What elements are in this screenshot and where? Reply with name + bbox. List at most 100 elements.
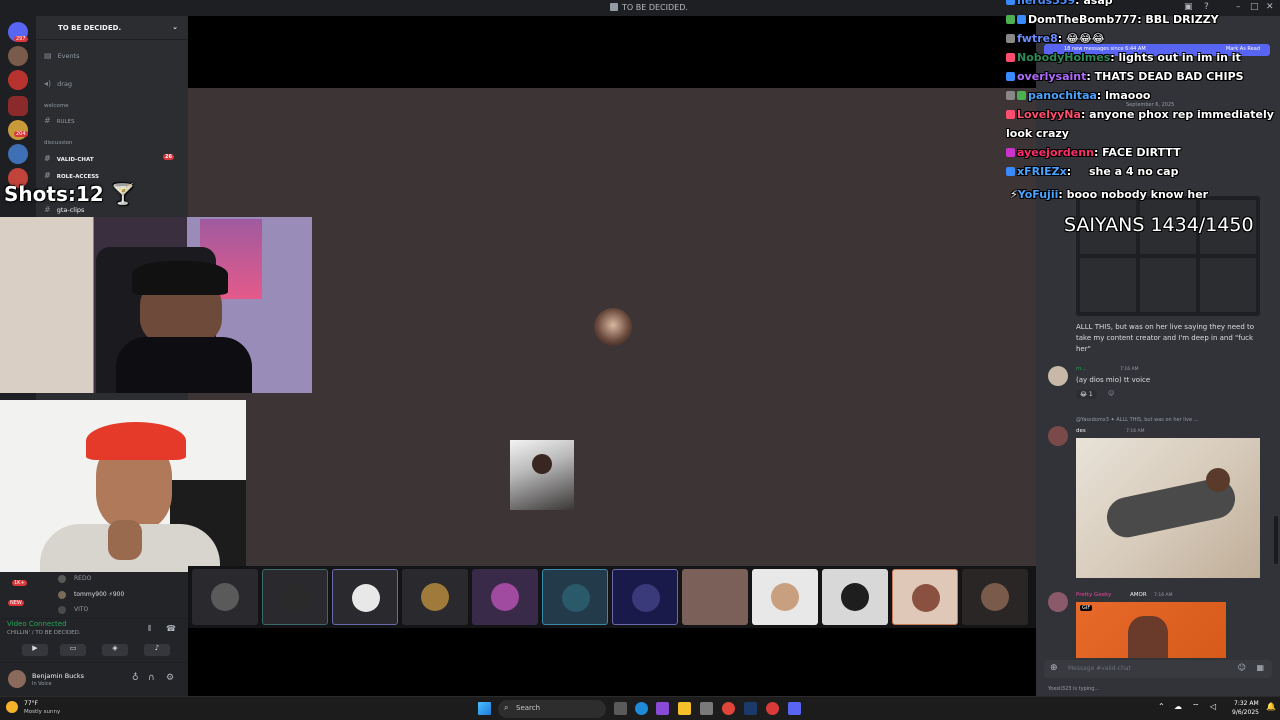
weather-icon[interactable] bbox=[6, 701, 18, 713]
chat-badge-icon bbox=[1006, 34, 1015, 43]
message-author[interactable]: m... bbox=[1076, 366, 1087, 372]
participant-tile[interactable] bbox=[332, 569, 398, 625]
reaction[interactable]: 😂 1 bbox=[1076, 390, 1097, 399]
channel-valid-chat[interactable]: # VALID-CHAT 26 bbox=[44, 154, 184, 163]
microphone-icon[interactable]: ♁ bbox=[132, 673, 139, 683]
message-text: ALLL THIS, but was on her live saying th… bbox=[1076, 323, 1255, 353]
channel-role-access[interactable]: # ROLE-ACCESS bbox=[44, 171, 184, 180]
server-icon-6[interactable] bbox=[8, 144, 28, 164]
voice-user-tommy[interactable]: tommy900 ⚡900 bbox=[74, 591, 124, 598]
noise-suppression-icon[interactable]: ⦀ bbox=[148, 624, 152, 634]
channel-events[interactable]: ▤ Events bbox=[44, 51, 184, 60]
server-icon-5[interactable] bbox=[8, 120, 28, 140]
channel-rules[interactable]: # RULES bbox=[44, 116, 184, 125]
chat-badge-icon bbox=[1017, 15, 1026, 24]
message-time: 7:16 AM bbox=[1120, 367, 1139, 372]
tray-icon[interactable]: ☁ bbox=[1174, 702, 1182, 711]
reply-preview[interactable]: @Yassdomx3 ✦ ALLL THIS, but was on her l… bbox=[1076, 417, 1276, 423]
participant-tile[interactable] bbox=[402, 569, 468, 625]
username[interactable]: Benjamin Bucks bbox=[32, 672, 84, 680]
message-input[interactable]: ⊕ Message #valid-chat ☺ ▦ bbox=[1044, 660, 1272, 678]
server-icon-2[interactable] bbox=[8, 46, 28, 66]
message-time: 7:16 AM bbox=[1126, 429, 1145, 434]
new-badge: NEW bbox=[8, 600, 24, 606]
avatar[interactable] bbox=[1048, 426, 1068, 446]
weather-temp[interactable]: 77°F bbox=[24, 700, 38, 707]
notification-bell-icon[interactable]: 🔔 bbox=[1266, 702, 1276, 711]
user-panel: Benjamin Bucks In Voice ♁ ∩ ⚙ bbox=[0, 662, 188, 696]
channel-gta-clips[interactable]: # gta-clips bbox=[44, 205, 184, 214]
participant-tile[interactable] bbox=[472, 569, 538, 625]
add-attachment-icon[interactable]: ⊕ bbox=[1050, 663, 1058, 673]
participant-tile[interactable] bbox=[682, 569, 748, 625]
avatar[interactable] bbox=[1048, 592, 1068, 612]
cocktail-icon: 🍸 bbox=[110, 182, 136, 206]
weather-desc[interactable]: Mostly sunny bbox=[24, 709, 60, 715]
category-welcome[interactable]: welcome bbox=[44, 103, 69, 109]
avatar bbox=[58, 591, 66, 599]
participant-tile[interactable] bbox=[962, 569, 1028, 625]
app-icon[interactable] bbox=[722, 702, 735, 715]
speaker-avatar[interactable] bbox=[594, 308, 632, 346]
screenshare-button[interactable]: ▭ bbox=[60, 644, 86, 656]
participant-tile[interactable] bbox=[192, 569, 258, 625]
disconnect-icon[interactable]: ☎ bbox=[166, 624, 176, 633]
server-header[interactable]: TO BE DECIDED. ⌄ bbox=[36, 16, 188, 40]
video-thumbnail[interactable] bbox=[510, 440, 574, 510]
avatar bbox=[58, 575, 66, 583]
obs-icon[interactable] bbox=[766, 702, 779, 715]
voice-user-vito[interactable]: VITO bbox=[74, 606, 88, 613]
activity-button[interactable]: ◈ bbox=[102, 644, 128, 656]
message-author[interactable]: Pretty Geeky bbox=[1076, 592, 1111, 598]
avatar[interactable] bbox=[1048, 366, 1068, 386]
windows-start-icon[interactable] bbox=[478, 702, 491, 715]
taskbar-search[interactable]: ⌕ Search bbox=[498, 700, 606, 718]
message-author[interactable]: des bbox=[1076, 428, 1086, 434]
discord-icon[interactable] bbox=[788, 702, 801, 715]
camera-button[interactable]: ▶ bbox=[22, 644, 48, 656]
user-status: In Voice bbox=[32, 681, 52, 687]
gift-icon[interactable]: ▦ bbox=[1256, 663, 1264, 672]
server-icon-3[interactable] bbox=[8, 70, 28, 90]
emoji-icon[interactable]: ☺ bbox=[1238, 663, 1246, 672]
discord-window-icon bbox=[610, 3, 618, 11]
gif-attachment[interactable]: GIF bbox=[1076, 602, 1226, 658]
image-attachment[interactable] bbox=[1076, 438, 1260, 578]
chat-line: nerds559: asap bbox=[1006, 0, 1274, 7]
participant-tile[interactable] bbox=[892, 569, 958, 625]
file-explorer-icon[interactable] bbox=[678, 702, 691, 715]
clock-time[interactable]: 7:32 AM bbox=[1234, 700, 1259, 707]
chat-badge-icon bbox=[1006, 91, 1015, 100]
steam-icon[interactable] bbox=[744, 702, 757, 715]
settings-icon[interactable] bbox=[700, 702, 713, 715]
server-icon-4[interactable] bbox=[8, 96, 28, 116]
participant-tile[interactable] bbox=[612, 569, 678, 625]
voice-status[interactable]: Video Connected bbox=[7, 620, 67, 628]
category-discussion[interactable]: discussion bbox=[44, 140, 73, 146]
voice-channel-path[interactable]: CHILLIN' / TO BE DECIDED. bbox=[7, 630, 81, 636]
channel-drag[interactable]: ◂) drag bbox=[44, 79, 184, 88]
add-reaction-icon[interactable]: ☺ bbox=[1108, 390, 1114, 397]
settings-gear-icon[interactable]: ⚙ bbox=[166, 673, 174, 683]
participant-tile[interactable] bbox=[262, 569, 328, 625]
edge-icon[interactable] bbox=[635, 702, 648, 715]
chat-line: DomTheBomb777: BBL DRIZZY bbox=[1006, 13, 1274, 26]
soundboard-button[interactable]: ♪ bbox=[144, 644, 170, 656]
participant-tile[interactable] bbox=[542, 569, 608, 625]
participant-tile[interactable] bbox=[752, 569, 818, 625]
chat-line: ayeejordenn: FACE DIRTTT bbox=[1006, 146, 1274, 159]
avatar[interactable] bbox=[8, 670, 26, 688]
volume-icon[interactable]: ◁ bbox=[1210, 702, 1216, 711]
chat-line: panochitaa: lmaooo bbox=[1006, 89, 1274, 102]
chevron-up-icon[interactable]: ⌃ bbox=[1158, 702, 1165, 711]
participant-tile[interactable] bbox=[822, 569, 888, 625]
copilot-icon[interactable] bbox=[656, 702, 669, 715]
voice-user-redo[interactable]: REDO bbox=[74, 575, 91, 582]
scrollbar[interactable] bbox=[1274, 516, 1278, 564]
clock-date[interactable]: 9/6/2025 bbox=[1232, 709, 1259, 716]
chat-line: overlysaint: THATS DEAD BAD CHIPS bbox=[1006, 70, 1274, 83]
headphones-icon[interactable]: ∩ bbox=[148, 673, 155, 683]
chat-badge-icon bbox=[1006, 148, 1015, 157]
network-icon[interactable]: ⌔ bbox=[1192, 702, 1200, 712]
task-view-icon[interactable] bbox=[614, 702, 627, 715]
